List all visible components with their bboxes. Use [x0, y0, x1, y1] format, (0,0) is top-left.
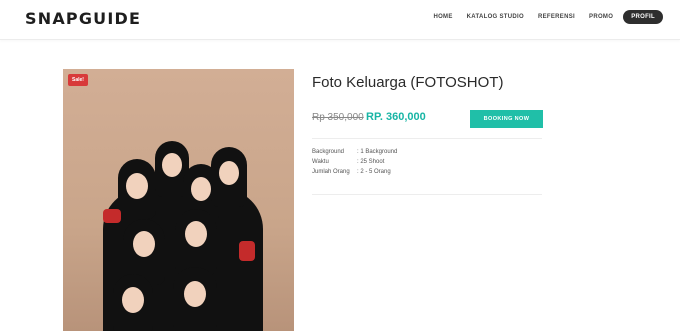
sale-price: RP. 360,000	[366, 111, 426, 123]
person-face	[162, 153, 182, 177]
divider	[312, 194, 542, 195]
person-face	[219, 161, 239, 185]
person-face	[133, 231, 155, 257]
site-header: SNAPGUIDE HOME KATALOG STUDIO REFERENSI …	[0, 0, 680, 40]
profile-button[interactable]: PROFIL	[623, 10, 663, 24]
product-details: Background : 1 Background Waktu : 25 Sho…	[312, 147, 397, 177]
person-face	[191, 177, 211, 201]
person-face	[122, 287, 144, 313]
detail-value: : 1 Background	[357, 149, 398, 155]
red-scarf	[239, 241, 255, 261]
person-face	[126, 173, 148, 199]
nav-home[interactable]: HOME	[433, 14, 452, 20]
detail-value: : 2 - 5 Orang	[357, 169, 391, 175]
nav-promo[interactable]: PROMO	[589, 14, 613, 20]
detail-label: Waktu	[312, 159, 329, 165]
product-title: Foto Keluarga (FOTOSHOT)	[312, 74, 504, 91]
original-price: Rp 350,000	[312, 112, 364, 123]
detail-value: : 25 Shoot	[357, 159, 385, 165]
detail-label: Jumlah Orang	[312, 169, 350, 175]
detail-row-waktu: Waktu : 25 Shoot	[312, 157, 397, 167]
nav-katalog-studio[interactable]: KATALOG STUDIO	[467, 14, 524, 20]
detail-label: Background	[312, 149, 345, 155]
red-scarf	[103, 209, 121, 223]
person-face	[184, 281, 206, 307]
divider	[312, 138, 542, 139]
product-image[interactable]: Sale!	[63, 69, 294, 331]
main-nav: HOME KATALOG STUDIO REFERENSI PROMO PROF…	[433, 10, 663, 24]
sale-badge: Sale!	[68, 74, 88, 86]
person-face	[185, 221, 207, 247]
site-logo[interactable]: SNAPGUIDE	[25, 9, 141, 28]
detail-row-background: Background : 1 Background	[312, 147, 397, 157]
booking-now-button[interactable]: BOOKING NOW	[470, 110, 543, 128]
detail-row-jumlah-orang: Jumlah Orang : 2 - 5 Orang	[312, 167, 397, 177]
nav-referensi[interactable]: REFERENSI	[538, 14, 575, 20]
